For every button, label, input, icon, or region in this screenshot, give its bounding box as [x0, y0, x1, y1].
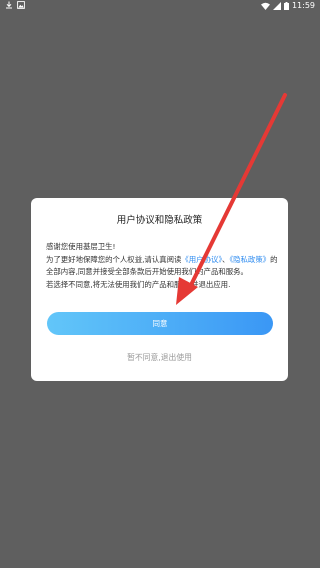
- disagree-notice: 若选择不同意,将无法使用我们的产品和服务,并退出应用.: [46, 279, 231, 289]
- user-agreement-link[interactable]: 《用户协议》: [181, 255, 222, 264]
- dialog-body: 感谢您使用基层卫生! 为了更好地保障您的个人权益,请认真阅读《用户协议》、《隐私…: [46, 241, 278, 291]
- download-icon: [6, 1, 12, 9]
- status-time: 11:59: [291, 1, 315, 10]
- image-icon: [17, 1, 25, 9]
- agree-button[interactable]: 同意: [47, 312, 273, 335]
- status-bar: 11:59: [0, 0, 320, 12]
- status-bar-right: 11:59: [260, 1, 315, 10]
- welcome-text: 感谢您使用基层卫生!: [46, 242, 116, 251]
- dialog-title: 用户协议和隐私政策: [116, 215, 203, 226]
- signal-icon: [272, 1, 281, 10]
- agreement-intro-text: 为了更好地保障您的个人权益,请认真阅读: [46, 254, 182, 264]
- privacy-policy-link[interactable]: 《隐私政策》: [229, 255, 270, 264]
- privacy-policy-dialog: 用户协议和隐私政策 感谢您使用基层卫生! 为了更好地保障您的个人权益,请认真阅读…: [31, 198, 288, 381]
- agreement-paragraph: 为了更好地保障您的个人权益,请认真阅读《用户协议》、《隐私政策》的全部内容,同意…: [46, 254, 278, 279]
- status-bar-left: [5, 1, 25, 9]
- wifi-icon: [260, 2, 270, 10]
- battery-icon: [283, 1, 289, 10]
- disagree-exit-link[interactable]: 暂不同意,退出使用: [31, 352, 288, 363]
